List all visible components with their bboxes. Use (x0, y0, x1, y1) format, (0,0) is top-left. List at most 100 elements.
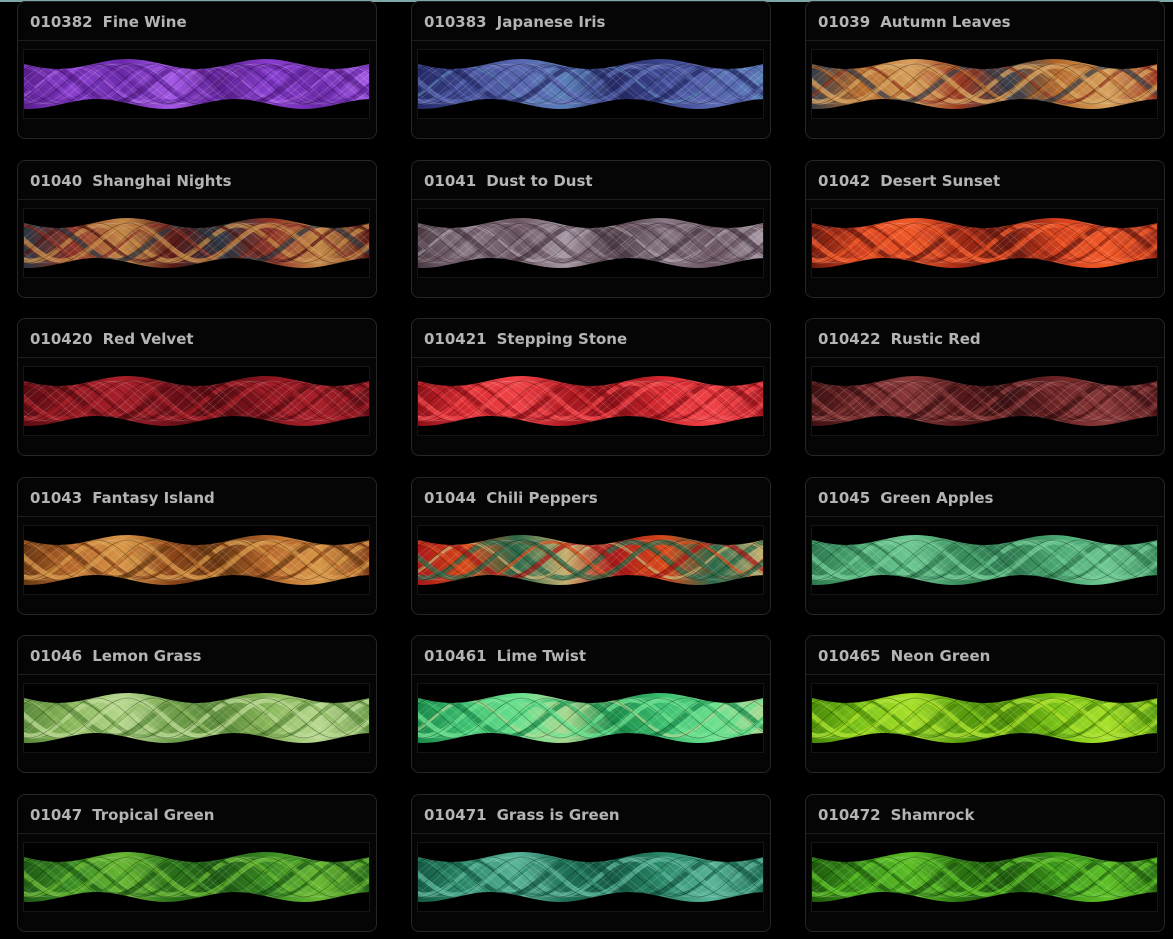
thread-title: 010472 Shamrock (806, 795, 1164, 834)
twisted-thread-image (24, 851, 369, 902)
thread-code: 01039 (818, 13, 871, 31)
thread-card[interactable]: 010420 Red Velvet (17, 318, 377, 457)
thread-swatch[interactable] (811, 524, 1158, 595)
thread-name: Shanghai Nights (92, 171, 232, 190)
twisted-thread-image (812, 693, 1157, 744)
twisted-thread-image (812, 217, 1157, 268)
thread-code: 010382 (30, 13, 93, 31)
twisted-thread-image (24, 217, 369, 268)
thread-code: 01043 (30, 488, 83, 507)
thread-card[interactable]: 01042 Desert Sunset (805, 159, 1165, 298)
thread-swatch[interactable] (417, 524, 764, 595)
thread-grid: 010382 Fine Wine 010383 Japanese Iris 01039 A… (17, 1, 1165, 932)
thread-name: Tropical Green (92, 805, 215, 824)
thread-swatch[interactable] (811, 49, 1158, 119)
thread-code: 010465 (818, 647, 881, 666)
thread-title: 01039 Autumn Leaves (806, 2, 1164, 41)
thread-card[interactable]: 010383 Japanese Iris (411, 1, 771, 139)
thread-card[interactable]: 01046 Lemon Grass (17, 635, 377, 774)
thread-name: Japanese Iris (496, 13, 606, 31)
thread-title: 01040 Shanghai Nights (18, 161, 376, 200)
thread-title: 010471 Grass is Green (412, 795, 770, 834)
thread-name: Desert Sunset (880, 171, 1001, 190)
thread-title: 010421 Stepping Stone (412, 319, 770, 359)
thread-card[interactable]: 01045 Green Apples (805, 476, 1165, 615)
thread-code: 01042 (818, 171, 871, 190)
thread-card[interactable]: 01047 Tropical Green (17, 793, 377, 932)
thread-swatch[interactable] (417, 49, 764, 119)
thread-code: 01045 (818, 488, 871, 507)
thread-name: Fine Wine (102, 13, 187, 31)
thread-title: 01043 Fantasy Island (18, 478, 376, 517)
thread-card[interactable]: 010382 Fine Wine (17, 1, 377, 139)
thread-swatch[interactable] (811, 207, 1158, 278)
thread-name: Green Apples (880, 488, 994, 507)
twisted-thread-image (418, 376, 763, 427)
thread-name: Shamrock (890, 805, 975, 824)
thread-title: 010422 Rustic Red (806, 319, 1164, 359)
twisted-thread-image (812, 851, 1157, 902)
twisted-thread-image (418, 693, 763, 744)
thread-swatch[interactable] (811, 683, 1158, 754)
thread-card[interactable]: 010471 Grass is Green (411, 793, 771, 932)
thread-code: 010422 (818, 330, 881, 349)
thread-swatch[interactable] (23, 841, 370, 912)
twisted-thread-image (418, 534, 763, 585)
thread-swatch[interactable] (23, 207, 370, 278)
thread-swatch[interactable] (811, 841, 1158, 912)
thread-code: 010420 (30, 330, 93, 349)
thread-title: 010461 Lime Twist (412, 636, 770, 676)
thread-name: Grass is Green (496, 805, 620, 824)
twisted-thread-image (812, 534, 1157, 585)
thread-name: Autumn Leaves (880, 13, 1011, 31)
twisted-thread-image (24, 376, 369, 427)
thread-swatch[interactable] (417, 841, 764, 912)
twisted-thread-image (418, 851, 763, 902)
thread-swatch[interactable] (23, 524, 370, 595)
thread-title: 01046 Lemon Grass (18, 636, 376, 676)
thread-title: 010420 Red Velvet (18, 319, 376, 359)
thread-name: Stepping Stone (496, 330, 628, 349)
thread-name: Chili Peppers (486, 488, 598, 507)
thread-code: 010421 (424, 330, 487, 349)
thread-swatch[interactable] (811, 366, 1158, 437)
thread-title: 01044 Chili Peppers (412, 478, 770, 517)
thread-title: 010382 Fine Wine (18, 2, 376, 41)
thread-title: 01045 Green Apples (806, 478, 1164, 517)
thread-code: 01044 (424, 488, 477, 507)
thread-card[interactable]: 01041 Dust to Dust (411, 159, 771, 298)
thread-code: 010471 (424, 805, 487, 824)
thread-swatch[interactable] (23, 366, 370, 437)
thread-card[interactable]: 010421 Stepping Stone (411, 318, 771, 457)
thread-name: Fantasy Island (92, 488, 215, 507)
twisted-thread-image (418, 59, 763, 109)
twisted-thread-image (24, 534, 369, 585)
thread-code: 01041 (424, 171, 477, 190)
thread-swatch[interactable] (23, 49, 370, 119)
thread-swatch[interactable] (23, 683, 370, 754)
twisted-thread-image (812, 376, 1157, 427)
thread-card[interactable]: 01044 Chili Peppers (411, 476, 771, 615)
thread-swatch[interactable] (417, 683, 764, 754)
thread-swatch[interactable] (417, 366, 764, 437)
thread-card[interactable]: 01043 Fantasy Island (17, 476, 377, 615)
thread-title: 01041 Dust to Dust (412, 161, 770, 200)
thread-card[interactable]: 01039 Autumn Leaves (805, 1, 1165, 139)
thread-swatch[interactable] (417, 207, 764, 278)
thread-card[interactable]: 010465 Neon Green (805, 635, 1165, 774)
thread-card[interactable]: 010461 Lime Twist (411, 635, 771, 774)
thread-code: 010383 (424, 13, 487, 31)
thread-code: 01047 (30, 805, 83, 824)
twisted-thread-image (24, 59, 369, 109)
twisted-thread-image (24, 693, 369, 744)
thread-card[interactable]: 010422 Rustic Red (805, 318, 1165, 457)
twisted-thread-image (812, 59, 1157, 109)
thread-name: Lemon Grass (92, 647, 202, 666)
thread-card[interactable]: 01040 Shanghai Nights (17, 159, 377, 298)
thread-name: Lime Twist (496, 647, 587, 666)
thread-title: 010465 Neon Green (806, 636, 1164, 676)
thread-card[interactable]: 010472 Shamrock (805, 793, 1165, 932)
thread-title: 01047 Tropical Green (18, 795, 376, 834)
thread-title: 01042 Desert Sunset (806, 161, 1164, 200)
thread-title: 010383 Japanese Iris (412, 2, 770, 41)
